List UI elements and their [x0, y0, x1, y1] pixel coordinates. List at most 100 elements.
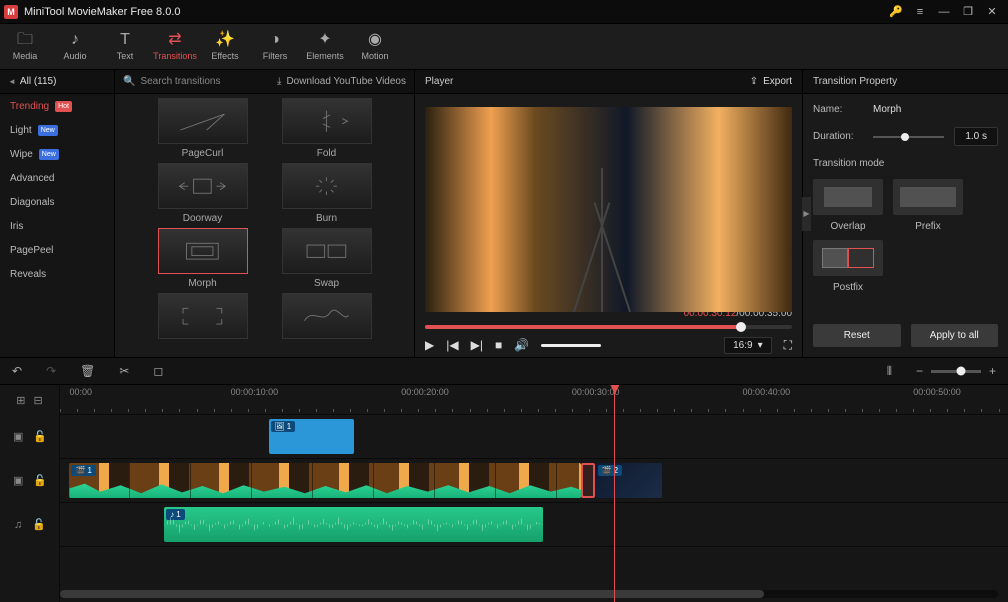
- transition-swap[interactable]: Swap: [282, 228, 372, 289]
- sidebar-item-advanced[interactable]: Advanced: [0, 166, 114, 190]
- zoom-slider[interactable]: [931, 370, 981, 373]
- sidebar-item-iris[interactable]: Iris: [0, 214, 114, 238]
- main-toolbar: 🗀Media ♪Audio TText ⇄Transitions ✨Effect…: [0, 24, 1008, 70]
- image-icon: 🖼: [275, 422, 285, 431]
- track-image[interactable]: ▣🔓 🖼1: [60, 415, 1008, 459]
- delete-button[interactable]: 🗑: [80, 364, 95, 378]
- window-minimize-icon[interactable]: —: [932, 0, 956, 24]
- sidebar-item-pagepeel[interactable]: PagePeel: [0, 238, 114, 262]
- transitions-icon: ⇄: [168, 32, 181, 48]
- badge-hot: Hot: [55, 101, 72, 112]
- split-button[interactable]: ✂: [119, 364, 129, 378]
- badge-new: New: [38, 125, 58, 136]
- duration-label: Duration:: [813, 131, 863, 142]
- clip-audio-1[interactable]: ♪1: [164, 507, 543, 542]
- track-type-video-icon: ▣: [13, 474, 23, 487]
- scrub-track[interactable]: [425, 325, 792, 329]
- clip-video-2[interactable]: 🎬2: [596, 463, 662, 498]
- app-logo-icon: M: [4, 5, 18, 19]
- track-lock-icon[interactable]: 🔓: [33, 430, 47, 443]
- player-panel: Player ⇪Export 00:00:30:12 / 00:00:35:00…: [415, 70, 803, 357]
- sidebar-item-trending[interactable]: TrendingHot: [0, 94, 114, 118]
- playhead[interactable]: [614, 385, 615, 602]
- play-button[interactable]: ▶: [425, 338, 434, 352]
- tab-media[interactable]: 🗀Media: [0, 24, 50, 69]
- tab-effects[interactable]: ✨Effects: [200, 24, 250, 69]
- next-frame-button[interactable]: ▶|: [471, 338, 483, 352]
- reset-button[interactable]: Reset: [813, 324, 901, 347]
- titlebar: M MiniTool MovieMaker Free 8.0.0 🔑 ≡ — ❐…: [0, 0, 1008, 24]
- sparkle-icon: ✨: [215, 32, 235, 48]
- download-icon: ⤓: [277, 76, 281, 87]
- track-collapse-icon[interactable]: ⊟: [34, 394, 43, 407]
- tab-audio[interactable]: ♪Audio: [50, 24, 100, 69]
- transition-doorway[interactable]: Doorway: [158, 163, 248, 224]
- volume-slider[interactable]: [541, 344, 601, 347]
- elements-icon: ✦: [318, 32, 331, 48]
- zoom-out-button[interactable]: −: [916, 364, 923, 378]
- tab-text[interactable]: TText: [100, 24, 150, 69]
- folder-icon: 🗀: [17, 32, 33, 48]
- property-panel: ▶ Transition Property Name: Morph Durati…: [803, 70, 1008, 357]
- window-close-icon[interactable]: ✕: [980, 0, 1004, 24]
- timeline-scrollbar[interactable]: [60, 590, 998, 598]
- window-maximize-icon[interactable]: ❐: [956, 0, 980, 24]
- export-button[interactable]: ⇪Export: [750, 76, 792, 87]
- fullscreen-icon[interactable]: ⛶: [784, 338, 792, 353]
- hamburger-menu-icon[interactable]: ≡: [908, 0, 932, 24]
- sidebar-item-diagonals[interactable]: Diagonals: [0, 190, 114, 214]
- sidebar-item-reveals[interactable]: Reveals: [0, 262, 114, 286]
- transition-pagecurl[interactable]: PageCurl: [158, 98, 248, 159]
- aspect-ratio-select[interactable]: 16:9▾: [724, 337, 772, 354]
- track-type-image-icon: ▣: [13, 430, 23, 443]
- mode-postfix[interactable]: Postfix: [813, 240, 883, 293]
- track-add-icon[interactable]: ⊞: [16, 394, 25, 407]
- clip-image-1[interactable]: 🖼1: [269, 419, 354, 454]
- tab-filters[interactable]: ◑Filters: [250, 24, 300, 69]
- undo-button[interactable]: ↶: [12, 364, 22, 378]
- tab-motion[interactable]: ◉Motion: [350, 24, 400, 69]
- mode-overlap[interactable]: Overlap: [813, 179, 883, 232]
- stop-button[interactable]: ■: [495, 338, 502, 352]
- duration-value[interactable]: 1.0 s: [954, 127, 998, 146]
- scrub-knob[interactable]: [736, 322, 746, 332]
- tab-elements[interactable]: ✦Elements: [300, 24, 350, 69]
- track-type-audio-icon: ♫: [14, 519, 22, 531]
- track-video[interactable]: ▣🔓 🎬1 🎬2: [60, 459, 1008, 503]
- duration-slider[interactable]: [873, 136, 944, 138]
- transition-next-1[interactable]: [158, 293, 248, 339]
- upgrade-key-icon[interactable]: 🔑: [884, 0, 908, 24]
- transition-burn[interactable]: Burn: [282, 163, 372, 224]
- clip-video-1[interactable]: 🎬1: [69, 463, 581, 498]
- props-title: Transition Property: [813, 76, 897, 87]
- zoom-in-button[interactable]: +: [989, 364, 996, 378]
- filters-icon: ◑: [270, 32, 280, 48]
- video-preview[interactable]: [415, 94, 802, 318]
- search-icon: 🔍: [123, 76, 135, 87]
- track-lock-icon[interactable]: 🔓: [32, 518, 46, 531]
- sidebar-item-wipe[interactable]: WipeNew: [0, 142, 114, 166]
- transition-morph[interactable]: Morph: [158, 228, 248, 289]
- video-icon: 🎬: [75, 466, 85, 475]
- panel-collapse-toggle[interactable]: ▶: [802, 197, 811, 231]
- prev-frame-button[interactable]: |◀: [446, 338, 458, 352]
- track-lock-icon[interactable]: 🔓: [33, 474, 47, 487]
- crop-button[interactable]: ◻: [153, 364, 163, 378]
- category-header[interactable]: All (115): [0, 70, 114, 94]
- timeline-toolbar: ↶ ↷ 🗑 ✂ ◻ ⦀ − +: [0, 357, 1008, 385]
- download-youtube-link[interactable]: ⤓Download YouTube Videos: [269, 76, 414, 87]
- track-audio[interactable]: ♫🔓 ♪1: [60, 503, 1008, 547]
- volume-icon[interactable]: 🔊: [514, 338, 529, 352]
- snap-button[interactable]: ⦀: [887, 364, 892, 379]
- mode-prefix[interactable]: Prefix: [893, 179, 963, 232]
- apply-all-button[interactable]: Apply to all: [911, 324, 999, 347]
- transition-fold[interactable]: Fold: [282, 98, 372, 159]
- sidebar-item-light[interactable]: LightNew: [0, 118, 114, 142]
- redo-button[interactable]: ↷: [46, 364, 56, 378]
- tab-transitions[interactable]: ⇄Transitions: [150, 24, 200, 69]
- timeline-ruler[interactable]: 00:00 00:00:10:00 00:00:20:00 00:00:30:0…: [60, 385, 1008, 415]
- clip-transition[interactable]: [581, 463, 595, 498]
- transition-next-2[interactable]: [282, 293, 372, 339]
- search-input[interactable]: 🔍Search transitions: [115, 76, 269, 87]
- music-note-icon: ♪: [71, 32, 79, 48]
